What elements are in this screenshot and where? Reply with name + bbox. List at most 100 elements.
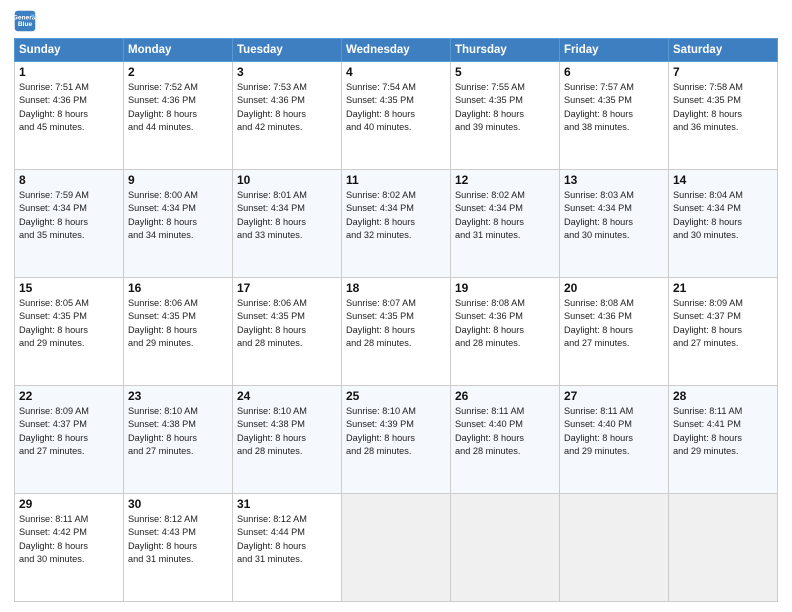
- cell-info: Sunrise: 8:08 AMSunset: 4:36 PMDaylight:…: [564, 297, 664, 350]
- calendar-cell: [342, 494, 451, 602]
- cell-info: Sunrise: 8:03 AMSunset: 4:34 PMDaylight:…: [564, 189, 664, 242]
- calendar-cell: 11 Sunrise: 8:02 AMSunset: 4:34 PMDayligh…: [342, 170, 451, 278]
- calendar-cell: 8Sunrise: 7:59 AMSunset: 4:34 PMDaylight…: [15, 170, 124, 278]
- calendar-header-row: SundayMondayTuesdayWednesdayThursdayFrid…: [15, 39, 778, 62]
- calendar-cell: 7 Sunrise: 7:58 AMSunset: 4:35 PMDaylight…: [669, 62, 778, 170]
- day-number: 23: [128, 389, 228, 403]
- day-number: 1: [19, 65, 119, 79]
- calendar-cell: [451, 494, 560, 602]
- calendar-cell: 26Sunrise: 8:11 AMSunset: 4:40 PMDayligh…: [451, 386, 560, 494]
- cell-info: Sunrise: 7:52 AMSunset: 4:36 PMDaylight:…: [128, 81, 228, 134]
- cell-info: Sunrise: 8:09 AMSunset: 4:37 PMDaylight:…: [19, 405, 119, 458]
- cell-info: Sunrise: 8:06 AMSunset: 4:35 PMDaylight:…: [237, 297, 337, 350]
- calendar-week-3: 22 Sunrise: 8:09 AMSunset: 4:37 PMDayligh…: [15, 386, 778, 494]
- calendar-cell: 17Sunrise: 8:06 AMSunset: 4:35 PMDayligh…: [233, 278, 342, 386]
- calendar-cell: [560, 494, 669, 602]
- calendar-cell: 24 Sunrise: 8:10 AMSunset: 4:38 PMDayligh…: [233, 386, 342, 494]
- cell-info: Sunrise: 8:12 AMSunset: 4:44 PMDaylight:…: [237, 513, 337, 566]
- day-number: 25: [346, 389, 446, 403]
- day-number: 13: [564, 173, 664, 187]
- day-number: 3: [237, 65, 337, 79]
- calendar-cell: 14 Sunrise: 8:04 AMSunset: 4:34 PMDayligh…: [669, 170, 778, 278]
- cell-info: Sunrise: 8:10 AMSunset: 4:38 PMDaylight:…: [128, 405, 228, 458]
- calendar-cell: 5Sunrise: 7:55 AMSunset: 4:35 PMDaylight…: [451, 62, 560, 170]
- calendar-cell: 28Sunrise: 8:11 AMSunset: 4:41 PMDayligh…: [669, 386, 778, 494]
- day-number: 28: [673, 389, 773, 403]
- calendar-week-0: 1 Sunrise: 7:51 AMSunset: 4:36 PMDaylight…: [15, 62, 778, 170]
- calendar-cell: 25 Sunrise: 8:10 AMSunset: 4:39 PMDayligh…: [342, 386, 451, 494]
- calendar-cell: 22 Sunrise: 8:09 AMSunset: 4:37 PMDayligh…: [15, 386, 124, 494]
- calendar-header-tuesday: Tuesday: [233, 39, 342, 62]
- cell-info: Sunrise: 7:57 AMSunset: 4:35 PMDaylight:…: [564, 81, 664, 134]
- calendar-header-wednesday: Wednesday: [342, 39, 451, 62]
- cell-info: Sunrise: 8:10 AMSunset: 4:39 PMDaylight:…: [346, 405, 446, 458]
- svg-text:Blue: Blue: [18, 21, 33, 28]
- cell-info: Sunrise: 8:11 AMSunset: 4:40 PMDaylight:…: [564, 405, 664, 458]
- cell-info: Sunrise: 8:02 AMSunset: 4:34 PMDaylight:…: [346, 189, 446, 242]
- day-number: 6: [564, 65, 664, 79]
- day-number: 9: [128, 173, 228, 187]
- calendar-header-friday: Friday: [560, 39, 669, 62]
- calendar-cell: 18 Sunrise: 8:07 AMSunset: 4:35 PMDayligh…: [342, 278, 451, 386]
- cell-info: Sunrise: 8:04 AMSunset: 4:34 PMDaylight:…: [673, 189, 773, 242]
- calendar-cell: 9 Sunrise: 8:00 AMSunset: 4:34 PMDaylight…: [124, 170, 233, 278]
- calendar-week-1: 8Sunrise: 7:59 AMSunset: 4:34 PMDaylight…: [15, 170, 778, 278]
- header: General Blue: [14, 10, 778, 32]
- calendar-cell: 2Sunrise: 7:52 AMSunset: 4:36 PMDaylight…: [124, 62, 233, 170]
- calendar-cell: [669, 494, 778, 602]
- day-number: 14: [673, 173, 773, 187]
- calendar-cell: 29 Sunrise: 8:11 AMSunset: 4:42 PMDayligh…: [15, 494, 124, 602]
- calendar-cell: 30Sunrise: 8:12 AMSunset: 4:43 PMDayligh…: [124, 494, 233, 602]
- cell-info: Sunrise: 7:54 AMSunset: 4:35 PMDaylight:…: [346, 81, 446, 134]
- cell-info: Sunrise: 7:59 AMSunset: 4:34 PMDaylight:…: [19, 189, 119, 242]
- day-number: 30: [128, 497, 228, 511]
- calendar-week-2: 15 Sunrise: 8:05 AMSunset: 4:35 PMDayligh…: [15, 278, 778, 386]
- day-number: 31: [237, 497, 337, 511]
- cell-info: Sunrise: 8:10 AMSunset: 4:38 PMDaylight:…: [237, 405, 337, 458]
- page: General Blue SundayMondayTuesdayWednesda…: [0, 0, 792, 612]
- day-number: 11: [346, 173, 446, 187]
- day-number: 10: [237, 173, 337, 187]
- day-number: 12: [455, 173, 555, 187]
- cell-info: Sunrise: 8:11 AMSunset: 4:42 PMDaylight:…: [19, 513, 119, 566]
- day-number: 29: [19, 497, 119, 511]
- calendar-cell: 19Sunrise: 8:08 AMSunset: 4:36 PMDayligh…: [451, 278, 560, 386]
- cell-info: Sunrise: 8:07 AMSunset: 4:35 PMDaylight:…: [346, 297, 446, 350]
- day-number: 19: [455, 281, 555, 295]
- cell-info: Sunrise: 7:58 AMSunset: 4:35 PMDaylight:…: [673, 81, 773, 134]
- calendar-header-thursday: Thursday: [451, 39, 560, 62]
- day-number: 24: [237, 389, 337, 403]
- calendar-header-sunday: Sunday: [15, 39, 124, 62]
- day-number: 22: [19, 389, 119, 403]
- cell-info: Sunrise: 8:05 AMSunset: 4:35 PMDaylight:…: [19, 297, 119, 350]
- calendar-cell: 20 Sunrise: 8:08 AMSunset: 4:36 PMDayligh…: [560, 278, 669, 386]
- cell-info: Sunrise: 7:51 AMSunset: 4:36 PMDaylight:…: [19, 81, 119, 134]
- day-number: 4: [346, 65, 446, 79]
- cell-info: Sunrise: 8:11 AMSunset: 4:40 PMDaylight:…: [455, 405, 555, 458]
- calendar-cell: 23 Sunrise: 8:10 AMSunset: 4:38 PMDayligh…: [124, 386, 233, 494]
- day-number: 7: [673, 65, 773, 79]
- day-number: 15: [19, 281, 119, 295]
- calendar-cell: 12 Sunrise: 8:02 AMSunset: 4:34 PMDayligh…: [451, 170, 560, 278]
- logo: General Blue: [14, 10, 40, 32]
- calendar-header-monday: Monday: [124, 39, 233, 62]
- cell-info: Sunrise: 8:06 AMSunset: 4:35 PMDaylight:…: [128, 297, 228, 350]
- cell-info: Sunrise: 8:09 AMSunset: 4:37 PMDaylight:…: [673, 297, 773, 350]
- logo-icon: General Blue: [14, 10, 36, 32]
- calendar-cell: 21Sunrise: 8:09 AMSunset: 4:37 PMDayligh…: [669, 278, 778, 386]
- day-number: 18: [346, 281, 446, 295]
- cell-info: Sunrise: 8:01 AMSunset: 4:34 PMDaylight:…: [237, 189, 337, 242]
- calendar-cell: 27Sunrise: 8:11 AMSunset: 4:40 PMDayligh…: [560, 386, 669, 494]
- calendar-table: SundayMondayTuesdayWednesdayThursdayFrid…: [14, 38, 778, 602]
- cell-info: Sunrise: 7:55 AMSunset: 4:35 PMDaylight:…: [455, 81, 555, 134]
- calendar-cell: 3 Sunrise: 7:53 AMSunset: 4:36 PMDaylight…: [233, 62, 342, 170]
- cell-info: Sunrise: 8:02 AMSunset: 4:34 PMDaylight:…: [455, 189, 555, 242]
- calendar-cell: 31 Sunrise: 8:12 AMSunset: 4:44 PMDayligh…: [233, 494, 342, 602]
- cell-info: Sunrise: 8:00 AMSunset: 4:34 PMDaylight:…: [128, 189, 228, 242]
- calendar-cell: 4 Sunrise: 7:54 AMSunset: 4:35 PMDaylight…: [342, 62, 451, 170]
- day-number: 16: [128, 281, 228, 295]
- calendar-cell: 6 Sunrise: 7:57 AMSunset: 4:35 PMDaylight…: [560, 62, 669, 170]
- day-number: 20: [564, 281, 664, 295]
- cell-info: Sunrise: 7:53 AMSunset: 4:36 PMDaylight:…: [237, 81, 337, 134]
- calendar-week-4: 29 Sunrise: 8:11 AMSunset: 4:42 PMDayligh…: [15, 494, 778, 602]
